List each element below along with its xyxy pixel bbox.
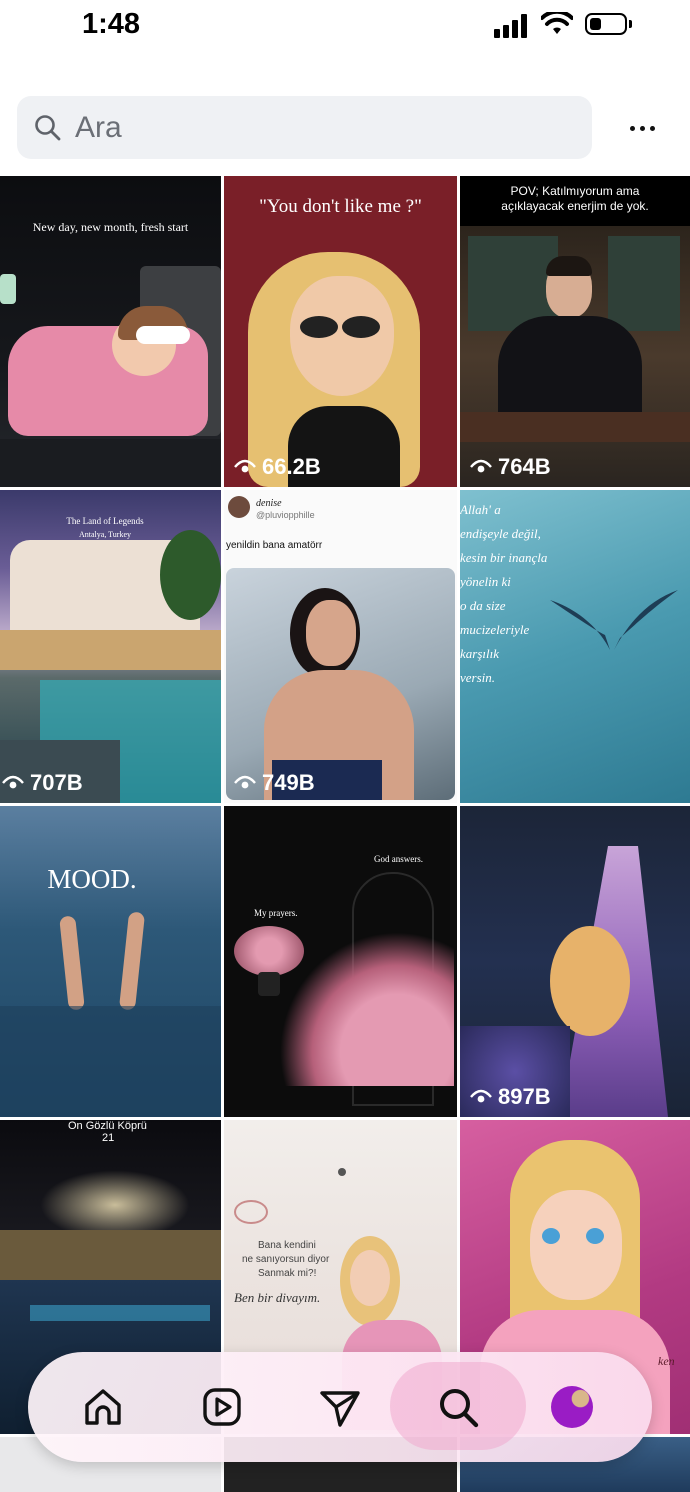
tile-2-caption: "You don't like me ?" — [259, 196, 422, 217]
tile-3-caption-line2: açıklayacak enerjim de yok. — [501, 199, 649, 213]
tile-5-views-count: 749B — [262, 770, 315, 795]
tile-1-caption: New day, new month, fresh start — [32, 220, 189, 234]
tile-10-line2: 21 — [102, 1132, 115, 1144]
tile-11-line3: Sanmak mi?! — [258, 1268, 317, 1279]
nav-search[interactable] — [431, 1380, 485, 1434]
home-icon — [85, 1389, 121, 1425]
search-icon — [440, 1389, 479, 1428]
eye-icon — [234, 775, 256, 789]
tile-12-partial-text: ken — [658, 1354, 675, 1368]
tile-5-username: denise — [256, 498, 282, 509]
tile-11-line4: Ben bir divayım. — [234, 1290, 321, 1305]
whale-tail-illustration — [550, 590, 678, 650]
direct-send-icon — [320, 1391, 360, 1427]
battery-icon — [585, 13, 627, 35]
status-time: 1:48 — [82, 8, 141, 40]
tile-6-line1: Allah' a — [460, 502, 501, 517]
nav-home[interactable] — [76, 1380, 130, 1434]
tile-6-line2: endişeyle değil, — [460, 526, 541, 541]
explore-tile-3[interactable]: POV; Katılmıyorum ama açıklayacak enerji… — [460, 176, 690, 487]
tile-3-views: 764B — [470, 454, 551, 480]
more-horizontal-icon — [629, 125, 635, 131]
explore-tile-5[interactable]: denise @pluviopphille yenildin bana amat… — [224, 490, 457, 803]
more-options-button[interactable] — [620, 110, 664, 146]
eye-icon — [470, 459, 492, 473]
explore-grid: New day, new month, fresh start "You don… — [0, 176, 690, 1492]
tile-6-line5: o da size — [460, 598, 506, 613]
tile-4-caption-line2: Antalya, Turkey — [79, 530, 131, 539]
tile-2-views: 66.2B — [234, 454, 321, 480]
nav-reels[interactable] — [195, 1380, 249, 1434]
tile-5-handle: @pluviopphille — [256, 510, 315, 520]
explore-tile-2[interactable]: "You don't like me ?" 66.2B — [224, 176, 457, 487]
search-input[interactable] — [75, 108, 555, 148]
tile-8-caption2: My prayers. — [254, 908, 298, 918]
explore-tile-9[interactable]: 897B — [460, 806, 690, 1117]
eye-icon — [470, 1089, 492, 1103]
tile-9-views: 897B — [470, 1084, 551, 1110]
tile-5-post-text: yenildin bana amatörr — [226, 540, 323, 551]
explore-tile-4[interactable]: The Land of Legends Antalya, Turkey 707B — [0, 490, 221, 803]
tile-10-line1: On Gözlü Köprü — [68, 1120, 147, 1132]
tile-4-views-count: 707B — [30, 770, 83, 795]
tile-3-views-count: 764B — [498, 454, 551, 479]
signal-icon — [494, 14, 530, 38]
tile-2-views-count: 66.2B — [262, 454, 321, 479]
tile-11-line2: ne sanıyorsun diyor — [242, 1254, 330, 1265]
tile-8-caption1: God answers. — [374, 854, 423, 864]
nav-direct[interactable] — [313, 1380, 367, 1434]
tile-6-line4: yönelin ki — [460, 574, 511, 589]
tile-6-line7: karşılık — [460, 646, 499, 661]
tile-5-views: 749B — [234, 770, 315, 796]
tile-11-line1: Bana kendini — [258, 1240, 316, 1251]
tile-3-caption-line1: POV; Katılmıyorum ama — [510, 184, 640, 198]
tile-6-line6: mucizeleriyle — [460, 622, 530, 637]
profile-avatar[interactable] — [551, 1386, 593, 1428]
tile-4-views: 707B — [2, 770, 83, 796]
eye-icon — [2, 775, 24, 789]
tile-4-caption-line1: The Land of Legends — [66, 516, 144, 526]
reels-icon — [203, 1388, 241, 1426]
eye-icon — [234, 459, 256, 473]
tile-9-views-count: 897B — [498, 1084, 551, 1109]
explore-tile-6[interactable]: Allah' a endişeyle değil, kesin bir inan… — [460, 490, 690, 803]
tile-6-line8: versin. — [460, 670, 496, 685]
explore-tile-7[interactable]: MOOD. — [0, 806, 221, 1117]
tile-7-caption: MOOD. — [47, 864, 137, 894]
bottom-nav — [28, 1352, 652, 1462]
wifi-icon — [541, 12, 573, 34]
tile-6-line3: kesin bir inançla — [460, 550, 548, 565]
search-icon — [35, 115, 61, 141]
status-bar: 1:48 — [0, 0, 690, 60]
tile-5-avatar — [228, 496, 250, 518]
explore-tile-8[interactable]: God answers. My prayers. — [224, 806, 457, 1117]
explore-tile-1[interactable]: New day, new month, fresh start — [0, 176, 221, 487]
